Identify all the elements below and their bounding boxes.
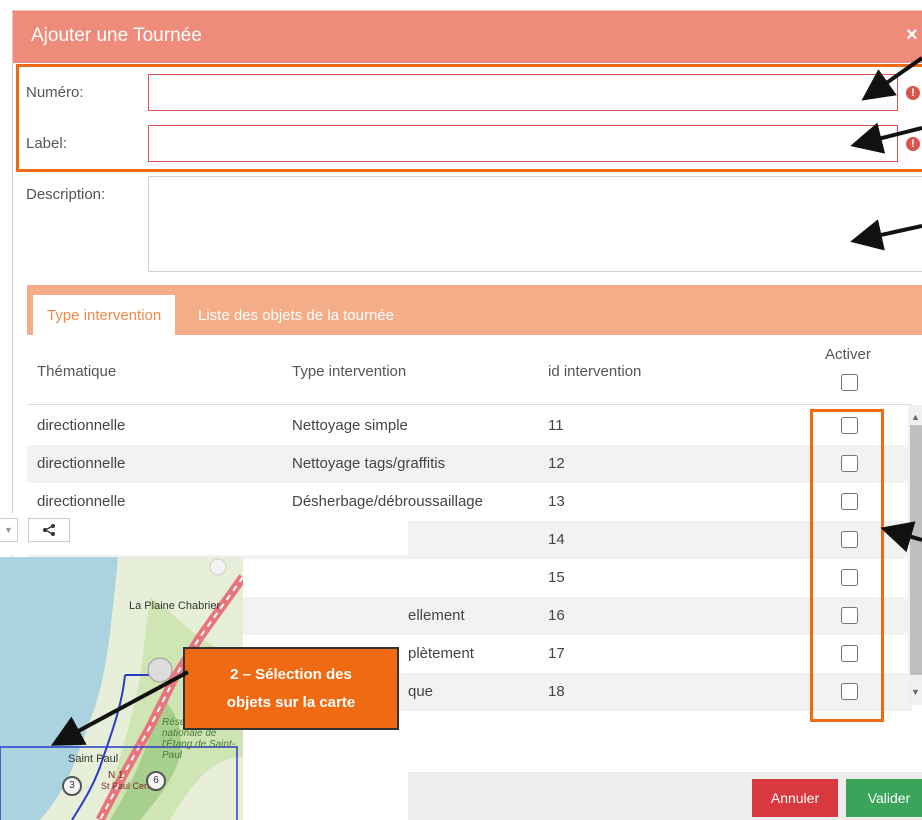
arrow-numero [861, 56, 922, 101]
arrow-checkboxes [880, 521, 922, 553]
screenshot-stage: Ajouter une Tournée × Numéro: ! Label: !… [0, 0, 922, 820]
annotation-arrows [50, 56, 922, 746]
arrow-map [50, 670, 189, 746]
arrow-label [850, 122, 922, 154]
arrow-description [850, 219, 922, 251]
